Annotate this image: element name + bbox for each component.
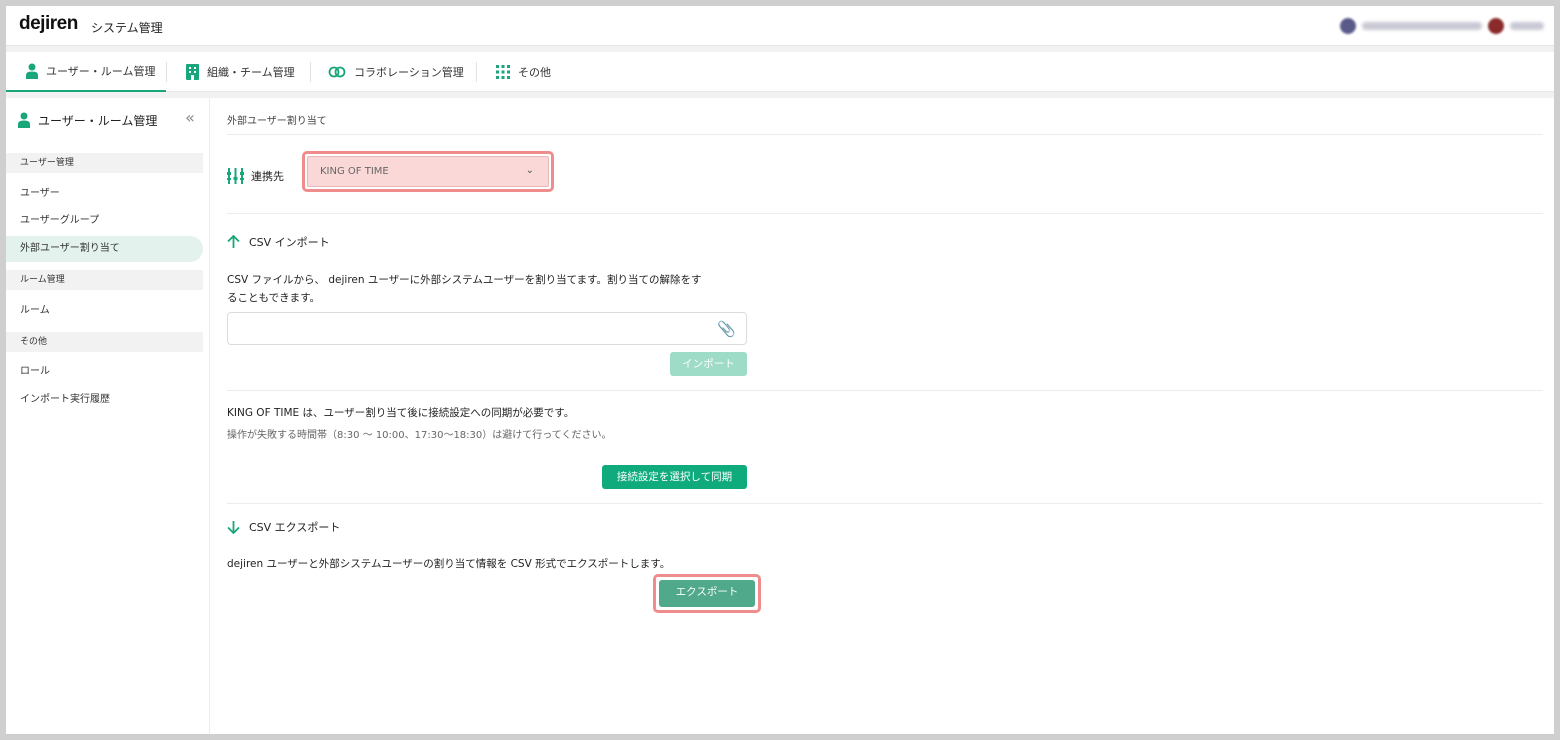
app-title: システム管理 bbox=[91, 21, 163, 35]
tab-label: その他 bbox=[518, 66, 551, 79]
csv-export-title: CSV エクスポート bbox=[227, 517, 340, 537]
tab-label: 組織・チーム管理 bbox=[207, 66, 295, 79]
tab-user-room[interactable]: ユーザー・ルーム管理 bbox=[6, 52, 166, 92]
sync-note: KING OF TIME は、ユーザー割り当て後に接続設定への同期が必要です。 bbox=[227, 407, 575, 419]
sidebar-section-room-management: ルーム管理 bbox=[6, 270, 203, 290]
org-name-blurred bbox=[1362, 22, 1482, 30]
tab-label: コラボレーション管理 bbox=[354, 66, 464, 79]
divider bbox=[227, 390, 1543, 391]
nav-divider bbox=[476, 62, 477, 82]
breadcrumb: 外部ユーザー割り当て bbox=[227, 116, 327, 127]
tab-other[interactable]: その他 bbox=[496, 52, 551, 92]
nav-divider bbox=[166, 62, 167, 82]
user-name-blurred bbox=[1510, 22, 1544, 30]
connection-label: 連携先 bbox=[227, 160, 284, 192]
import-button[interactable]: インポート bbox=[670, 352, 747, 376]
arrow-down-icon bbox=[227, 521, 240, 534]
sidebar-section-other: その他 bbox=[6, 332, 203, 352]
main-nav: ユーザー・ルーム管理 組織・チーム管理 コラボレーション管理 その他 bbox=[6, 52, 1554, 92]
sidebar-section-user-management: ユーザー管理 bbox=[6, 153, 203, 173]
paperclip-icon[interactable]: 📎 bbox=[717, 320, 736, 338]
tab-label: ユーザー・ルーム管理 bbox=[46, 65, 156, 78]
divider bbox=[227, 213, 1543, 214]
app-window: dejiren システム管理 ユーザー・ルーム管理 組織・チーム管理 コラボレー… bbox=[6, 6, 1554, 734]
sidebar-header: ユーザー・ルーム管理 bbox=[18, 110, 198, 130]
csv-import-description-line2: ることもできます。 bbox=[227, 292, 321, 304]
person-icon bbox=[18, 112, 30, 128]
sidebar-title: ユーザー・ルーム管理 bbox=[38, 113, 158, 128]
sidebar-item-users[interactable]: ユーザー bbox=[6, 181, 203, 207]
csv-file-input[interactable]: 📎 bbox=[227, 312, 747, 345]
export-button-highlight: エクスポート bbox=[653, 574, 761, 613]
sidebar-item-roles[interactable]: ロール bbox=[6, 359, 203, 385]
link-icon bbox=[328, 66, 346, 78]
integration-icon bbox=[227, 168, 244, 184]
csv-import-description-line1: CSV ファイルから、 dejiren ユーザーに外部システムユーザーを割り当て… bbox=[227, 274, 702, 286]
sidebar-item-import-history[interactable]: インポート実行履歴 bbox=[6, 387, 203, 413]
connection-select[interactable]: KING OF TIME ⌄ bbox=[307, 156, 549, 187]
building-icon bbox=[186, 64, 199, 80]
arrow-up-icon bbox=[227, 235, 240, 248]
nav-divider bbox=[310, 62, 311, 82]
export-button[interactable]: エクスポート bbox=[659, 580, 755, 607]
grid-icon bbox=[496, 65, 510, 79]
sync-warning: 操作が失敗する時間帯（8:30 ～ 10:00、17:30～18:30）は避けて… bbox=[227, 430, 612, 441]
top-header: dejiren システム管理 bbox=[6, 6, 1554, 46]
user-account-area[interactable] bbox=[1340, 17, 1544, 35]
sidebar: ユーザー・ルーム管理 « ユーザー管理 ユーザー ユーザーグループ 外部ユーザー… bbox=[6, 98, 210, 734]
csv-export-title-text: CSV エクスポート bbox=[249, 521, 341, 534]
connection-select-value: KING OF TIME bbox=[320, 166, 389, 177]
app-logo[interactable]: dejiren bbox=[19, 13, 78, 35]
select-connection-and-sync-button[interactable]: 接続設定を選択して同期 bbox=[602, 465, 747, 489]
sidebar-item-rooms[interactable]: ルーム bbox=[6, 298, 203, 324]
csv-export-description: dejiren ユーザーと外部システムユーザーの割り当て情報を CSV 形式でエ… bbox=[227, 558, 671, 570]
org-avatar bbox=[1340, 18, 1356, 34]
divider bbox=[227, 503, 1543, 504]
user-avatar bbox=[1488, 18, 1504, 34]
main-content: 外部ユーザー割り当て 連携先 KING OF TIME ⌄ CSV インポート … bbox=[211, 98, 1554, 734]
tab-collaboration[interactable]: コラボレーション管理 bbox=[328, 52, 464, 92]
collapse-sidebar-icon[interactable]: « bbox=[182, 110, 198, 128]
connection-label-text: 連携先 bbox=[251, 170, 284, 183]
sidebar-item-external-user-assignment[interactable]: 外部ユーザー割り当て bbox=[6, 236, 203, 262]
tab-org-team[interactable]: 組織・チーム管理 bbox=[186, 52, 295, 92]
chevron-down-icon: ⌄ bbox=[525, 165, 534, 176]
connection-select-highlight: KING OF TIME ⌄ bbox=[302, 151, 554, 192]
csv-import-title-text: CSV インポート bbox=[249, 236, 330, 249]
divider bbox=[227, 134, 1543, 135]
person-icon bbox=[26, 63, 38, 79]
sidebar-item-user-groups[interactable]: ユーザーグループ bbox=[6, 208, 203, 234]
csv-import-title: CSV インポート bbox=[227, 232, 330, 252]
